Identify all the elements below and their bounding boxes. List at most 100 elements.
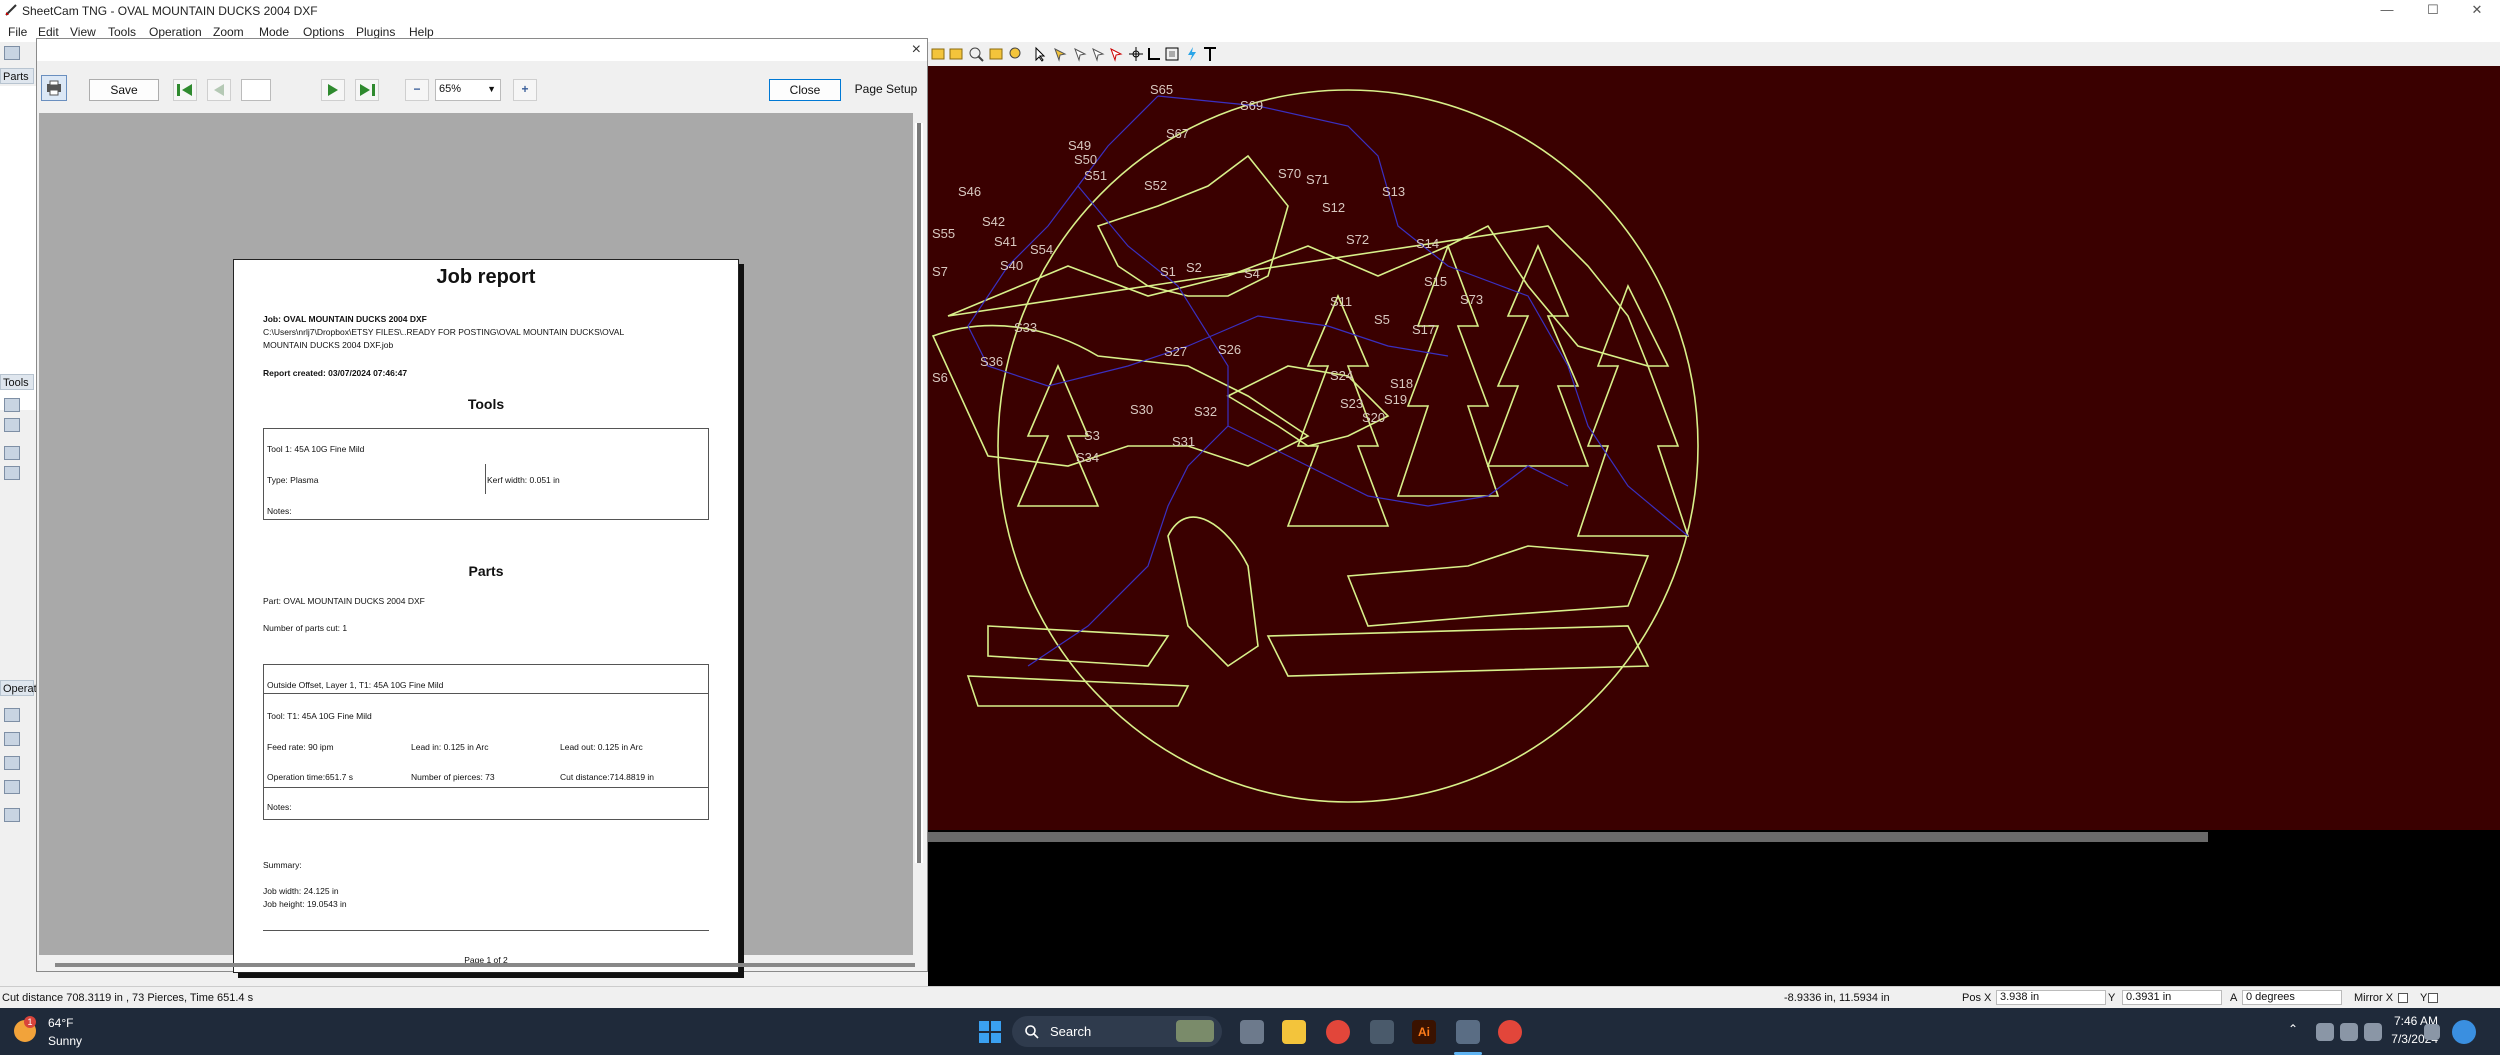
select-part-icon[interactable] [1052,46,1068,62]
pos-y-field[interactable]: 0.3931 in [2122,990,2222,1005]
duck-center-path [1226,365,1390,447]
mirror-x-checkbox[interactable] [2398,993,2408,1003]
op-offset-icon[interactable] [4,708,20,722]
select-arrow-icon[interactable] [1032,46,1048,62]
tool-table-icon[interactable] [4,446,20,460]
print-preview-dialog: × Save − 65% ▼ + Close Page Setup Job re… [36,38,928,973]
tool-list-icon[interactable] [4,466,20,480]
notification-bell-icon[interactable] [2424,1024,2440,1040]
menu-options[interactable]: Options [303,25,344,39]
previous-page-button[interactable] [207,79,231,101]
next-page-icon [328,84,338,96]
tool-notes: Notes: [267,506,292,516]
preview-scroll-thumb[interactable] [917,123,921,863]
tool-plasma-icon[interactable] [4,398,20,412]
cursor-position: -8.9336 in, 11.5934 in [1784,992,1890,1004]
op-drill-icon[interactable] [4,732,20,746]
cad-label: S3 [1084,428,1100,443]
preview-horizontal-scrollbar[interactable] [55,963,915,967]
close-window-button[interactable]: ✕ [2454,0,2500,22]
copilot-icon[interactable] [2452,1020,2476,1044]
menu-tools[interactable]: Tools [108,25,136,39]
zoom-in-button[interactable]: + [513,79,537,101]
tool-add-icon[interactable] [4,418,20,432]
next-page-button[interactable] [321,79,345,101]
close-button[interactable]: Close [769,79,841,101]
menu-operation[interactable]: Operation [149,25,202,39]
plasma-lightning-icon[interactable] [1184,46,1200,62]
temperature: 64°F [48,1016,74,1030]
illustrator-icon[interactable]: Ai [1412,1020,1436,1044]
tool-kerf: Kerf width: 0.051 in [487,475,560,485]
last-page-button[interactable] [355,79,379,101]
oval-ducks-drawing: S65 S69 S67 S49 S50 S51 S52 S70 S71 S13 … [931,82,1699,803]
dialog-close-x-button[interactable]: × [912,41,921,59]
op-add-icon[interactable] [4,756,20,770]
delete-path-icon[interactable] [1108,46,1124,62]
file-explorer-icon[interactable] [1282,1020,1306,1044]
canvas-scroll-thumb[interactable] [928,832,2208,842]
drawing-canvas[interactable]: S65 S69 S67 S49 S50 S51 S52 S70 S71 S13 … [928,66,2500,830]
parts-panel-tab[interactable]: Parts [0,68,34,84]
menu-zoom[interactable]: Zoom [213,25,244,39]
angle-field[interactable]: 0 degrees [2242,990,2342,1005]
tools-panel-tab[interactable]: Tools [0,374,34,390]
text-tool-icon[interactable] [1202,46,1218,62]
tree-center-1-path [1396,243,1500,497]
menu-edit[interactable]: Edit [38,25,59,39]
calculator-icon[interactable] [1370,1020,1394,1044]
chevron-up-icon[interactable]: ⌃ [2288,1022,2298,1036]
mirror-y-checkbox[interactable] [2428,993,2438,1003]
pos-x-field[interactable]: 3.938 in [1996,990,2106,1005]
origin-icon[interactable] [1146,46,1162,62]
op-table-icon[interactable] [4,808,20,822]
print-button[interactable] [41,75,67,101]
op-edit-icon[interactable] [4,780,20,794]
zoom-extents-icon[interactable] [1008,46,1024,62]
zoom-out-button[interactable]: − [405,79,429,101]
volume-icon[interactable] [2340,1023,2358,1041]
weather-badge: 1 [24,1016,36,1028]
menu-plugins[interactable]: Plugins [356,25,395,39]
first-page-button[interactable] [173,79,197,101]
operations-panel-tab[interactable]: Operat [0,680,37,696]
windows-start-icon[interactable] [978,1020,1002,1044]
network-icon[interactable] [2316,1023,2334,1041]
menu-mode[interactable]: Mode [259,25,289,39]
menu-file[interactable]: File [8,25,27,39]
page-number-input[interactable] [241,79,271,101]
zoom-select[interactable]: 65% ▼ [435,79,501,101]
zoom-window-icon[interactable] [988,46,1004,62]
zoom-in-icon[interactable] [930,46,946,62]
taskbar-search-box[interactable]: Search [1012,1016,1222,1047]
cad-label: S31 [1172,434,1195,449]
save-button[interactable]: Save [89,79,159,101]
ground-path [1346,545,1650,627]
zoom-out-icon[interactable] [948,46,964,62]
cad-label: S30 [1130,402,1153,417]
task-view-icon[interactable] [1240,1020,1264,1044]
new-part-icon[interactable] [4,46,20,60]
frame-icon[interactable] [1164,46,1180,62]
cad-label: S51 [1084,168,1107,183]
first-page-icon [177,84,192,96]
zoom-fit-icon[interactable] [968,46,984,62]
minimize-button[interactable]: — [2364,0,2410,22]
maximize-button[interactable]: ☐ [2410,0,2456,22]
cad-label: S18 [1390,376,1413,391]
edit-path-icon[interactable] [1090,46,1106,62]
cad-label: S17 [1412,322,1435,337]
move-start-icon[interactable] [1072,46,1088,62]
crosshair-icon[interactable] [1128,46,1144,62]
menu-view[interactable]: View [70,25,96,39]
cad-label: S4 [1244,266,1260,281]
cad-label: S72 [1346,232,1369,247]
menu-help[interactable]: Help [409,25,434,39]
cad-label: S70 [1278,166,1301,181]
feed-rate: Feed rate: 90 ipm [267,742,334,752]
sheetcam-task-icon[interactable] [1456,1020,1480,1044]
page-setup-button[interactable]: Page Setup [851,79,921,101]
chrome-icon[interactable] [1326,1020,1350,1044]
chrome-profile-icon[interactable] [1498,1020,1522,1044]
cad-label: S2 [1186,260,1202,275]
